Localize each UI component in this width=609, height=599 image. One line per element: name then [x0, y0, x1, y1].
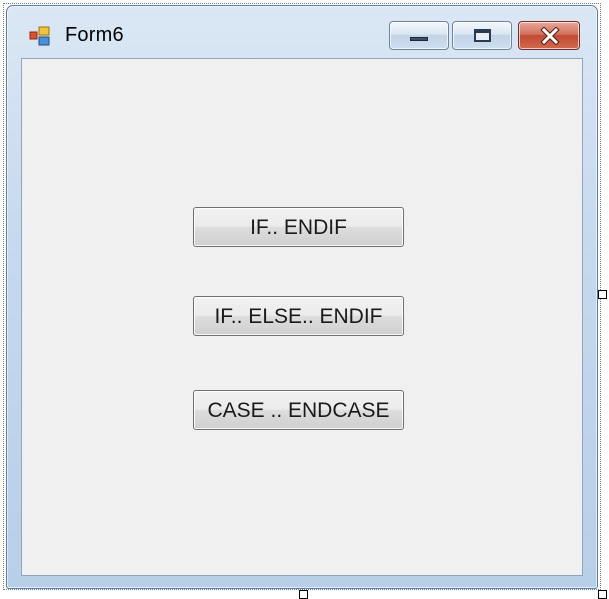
- form-client-area: IF.. ENDIF IF.. ELSE.. ENDIF CASE .. END…: [21, 58, 583, 576]
- resize-handle-right[interactable]: [598, 290, 607, 299]
- minimize-button[interactable]: [389, 21, 449, 50]
- form-window[interactable]: Form6 IF.. ENDIF IF.. ELSE.. ENDIF CASE …: [6, 5, 598, 589]
- winforms-app-icon: [29, 26, 51, 46]
- close-button[interactable]: [518, 21, 580, 50]
- if-endif-button[interactable]: IF.. ENDIF: [193, 207, 404, 247]
- designer-surface: Form6 IF.. ENDIF IF.. ELSE.. ENDIF CASE …: [0, 0, 609, 599]
- resize-handle-corner[interactable]: [598, 590, 607, 599]
- title-bar[interactable]: Form6: [7, 6, 597, 58]
- maximize-button[interactable]: [452, 21, 512, 50]
- case-endcase-button[interactable]: CASE .. ENDCASE: [193, 390, 404, 430]
- close-icon: [539, 26, 561, 46]
- minimize-icon: [410, 37, 428, 41]
- resize-handle-bottom[interactable]: [299, 590, 308, 599]
- maximize-icon: [474, 29, 491, 42]
- window-title: Form6: [65, 24, 124, 46]
- if-else-endif-button[interactable]: IF.. ELSE.. ENDIF: [193, 296, 404, 336]
